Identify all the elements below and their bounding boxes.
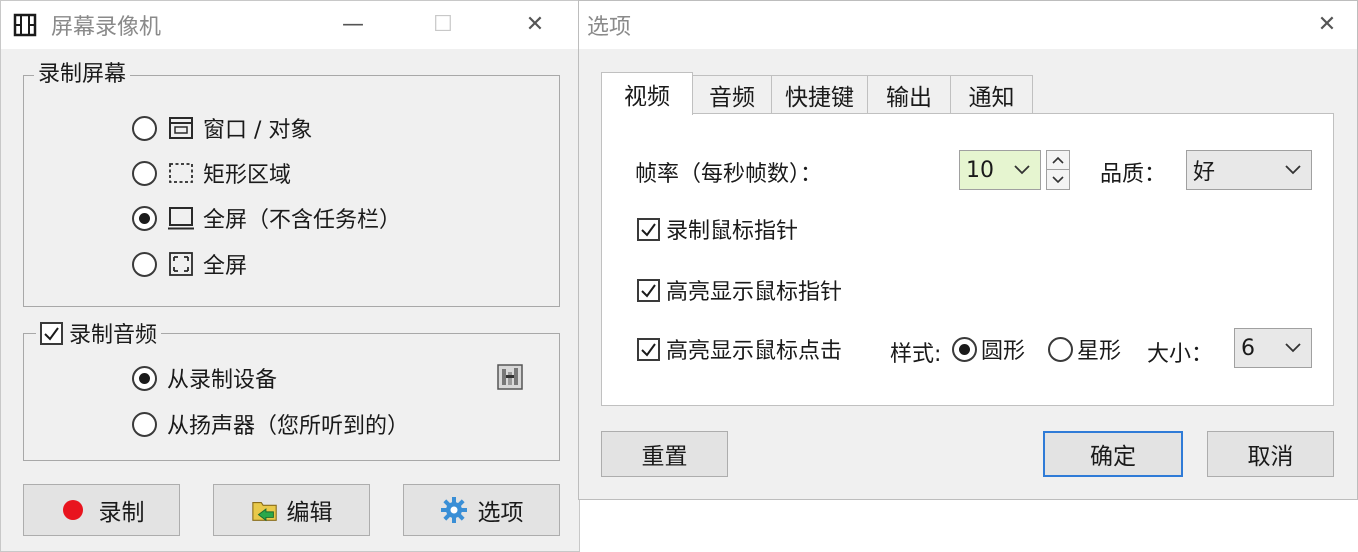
size-select[interactable]: 6 bbox=[1234, 328, 1312, 368]
video-tab-panel: 帧率（每秒帧数）： 10 品质： 好 录制鼠标指针 高亮显示鼠标指针 高亮显示鼠… bbox=[601, 113, 1334, 406]
highlight-click-checkbox[interactable] bbox=[637, 337, 660, 361]
expand-icon bbox=[167, 250, 195, 278]
highlight-click-label: 高亮显示鼠标点击 bbox=[666, 339, 843, 364]
reset-button-label: 重置 bbox=[641, 444, 688, 470]
record-cursor-option[interactable]: 录制鼠标指针 bbox=[637, 213, 798, 245]
style-circle-option[interactable]: 圆形 bbox=[952, 333, 1025, 365]
radio-button[interactable] bbox=[952, 336, 977, 362]
tab-label: 通知 bbox=[968, 84, 1015, 111]
highlight-cursor-checkbox[interactable] bbox=[637, 278, 660, 302]
radio-label: 从扬声器（您所听到的） bbox=[167, 414, 410, 439]
record-audio-label: 录制音频 bbox=[69, 323, 158, 348]
options-button[interactable]: 选项 bbox=[403, 484, 560, 536]
radio-rect-region[interactable]: 矩形区域 bbox=[132, 157, 291, 189]
radio-button[interactable] bbox=[132, 411, 157, 437]
record-dot-icon bbox=[59, 496, 87, 524]
radio-label: 矩形区域 bbox=[203, 163, 292, 188]
options-button-label: 选项 bbox=[477, 500, 524, 526]
ok-button[interactable]: 确定 bbox=[1043, 431, 1183, 477]
record-audio-legend[interactable]: 录制音频 bbox=[36, 317, 162, 349]
record-screen-group: 录制屏幕 窗口 / 对象 矩形区域 全屏（不含任务栏） 全屏 bbox=[23, 60, 560, 307]
style-star-option[interactable]: 星形 bbox=[1048, 333, 1121, 365]
window-icon bbox=[167, 114, 195, 142]
quality-value: 好 bbox=[1193, 160, 1216, 185]
tab-notify[interactable]: 通知 bbox=[950, 75, 1033, 113]
radio-button[interactable] bbox=[132, 365, 157, 391]
options-dialog-title: 选项 bbox=[587, 15, 632, 40]
radio-fullscreen[interactable]: 全屏 bbox=[132, 248, 247, 280]
highlight-cursor-option[interactable]: 高亮显示鼠标指针 bbox=[637, 274, 842, 306]
film-icon bbox=[11, 11, 39, 39]
screen-icon bbox=[167, 204, 195, 232]
audio-settings-icon[interactable] bbox=[495, 362, 525, 392]
edit-button[interactable]: 编辑 bbox=[213, 484, 370, 536]
record-screen-legend: 录制屏幕 bbox=[34, 60, 131, 90]
radio-button[interactable] bbox=[132, 115, 157, 141]
radio-from-speaker[interactable]: 从扬声器（您所听到的） bbox=[132, 408, 409, 440]
highlight-click-option[interactable]: 高亮显示鼠标点击 bbox=[637, 333, 842, 365]
size-value: 6 bbox=[1241, 335, 1255, 361]
minimize-button[interactable]: — bbox=[333, 9, 373, 41]
close-button[interactable]: ✕ bbox=[515, 9, 555, 41]
tab-video[interactable]: 视频 bbox=[601, 72, 693, 115]
cancel-button[interactable]: 取消 bbox=[1207, 431, 1334, 477]
tab-label: 视频 bbox=[624, 84, 670, 110]
spin-down-icon[interactable] bbox=[1047, 170, 1069, 189]
radio-from-device[interactable]: 从录制设备 bbox=[132, 362, 277, 394]
tab-audio[interactable]: 音频 bbox=[692, 75, 772, 113]
size-label: 大小： bbox=[1147, 342, 1214, 367]
ok-button-label: 确定 bbox=[1090, 444, 1136, 470]
record-audio-checkbox[interactable] bbox=[40, 321, 63, 345]
radio-button[interactable] bbox=[132, 205, 157, 231]
framerate-select[interactable]: 10 bbox=[959, 150, 1041, 190]
tab-label: 输出 bbox=[886, 84, 932, 111]
tab-label: 快捷键 bbox=[785, 84, 854, 111]
main-window: 屏幕录像机 — ☐ ✕ 录制屏幕 窗口 / 对象 矩形区域 全屏（不含任务栏） … bbox=[0, 0, 580, 552]
record-button-label: 录制 bbox=[98, 500, 145, 526]
chevron-down-icon bbox=[1275, 343, 1311, 353]
main-titlebar[interactable]: 屏幕录像机 — ☐ ✕ bbox=[1, 1, 579, 49]
style-star-label: 星形 bbox=[1077, 339, 1122, 364]
options-close-button[interactable]: ✕ bbox=[1307, 9, 1347, 41]
tab-label: 音频 bbox=[709, 84, 755, 111]
cancel-button-label: 取消 bbox=[1247, 444, 1294, 470]
options-dialog: 选项 ✕ 视频 音频 快捷键 输出 通知 帧率（每秒帧数）： 10 品质： 好 bbox=[578, 0, 1358, 500]
framerate-label: 帧率（每秒帧数）： bbox=[635, 162, 823, 187]
main-window-title: 屏幕录像机 bbox=[51, 15, 162, 40]
radio-label: 窗口 / 对象 bbox=[203, 118, 313, 143]
gear-icon bbox=[440, 496, 468, 524]
record-audio-group: 录制音频 从录制设备 从扬声器（您所听到的） bbox=[23, 317, 560, 461]
tab-hotkeys[interactable]: 快捷键 bbox=[771, 75, 868, 113]
dashed-rect-icon bbox=[167, 159, 195, 187]
record-cursor-checkbox[interactable] bbox=[637, 217, 660, 241]
record-cursor-label: 录制鼠标指针 bbox=[666, 219, 799, 244]
radio-label: 全屏 bbox=[203, 254, 248, 279]
framerate-value: 10 bbox=[966, 157, 994, 183]
quality-label: 品质： bbox=[1100, 162, 1167, 187]
radio-window-object[interactable]: 窗口 / 对象 bbox=[132, 112, 312, 144]
chevron-down-icon bbox=[1004, 165, 1040, 175]
options-titlebar[interactable]: 选项 ✕ bbox=[579, 1, 1357, 49]
radio-button[interactable] bbox=[1048, 336, 1073, 362]
framerate-spinner[interactable] bbox=[1046, 150, 1070, 190]
chevron-down-icon bbox=[1275, 165, 1311, 175]
folder-arrow-icon bbox=[251, 496, 279, 524]
edit-button-label: 编辑 bbox=[286, 500, 333, 526]
spin-up-icon[interactable] bbox=[1047, 151, 1069, 170]
style-circle-label: 圆形 bbox=[981, 339, 1026, 364]
radio-label: 从录制设备 bbox=[167, 368, 278, 393]
maximize-button[interactable]: ☐ bbox=[423, 9, 463, 41]
radio-button[interactable] bbox=[132, 251, 157, 277]
tab-output[interactable]: 输出 bbox=[867, 75, 951, 113]
record-button[interactable]: 录制 bbox=[23, 484, 180, 536]
quality-select[interactable]: 好 bbox=[1186, 150, 1312, 190]
radio-label: 全屏（不含任务栏） bbox=[203, 208, 402, 233]
reset-button[interactable]: 重置 bbox=[601, 431, 728, 477]
radio-fullscreen-no-taskbar[interactable]: 全屏（不含任务栏） bbox=[132, 202, 401, 234]
style-label: 样式: bbox=[890, 342, 942, 367]
highlight-cursor-label: 高亮显示鼠标指针 bbox=[666, 280, 843, 305]
radio-button[interactable] bbox=[132, 160, 157, 186]
